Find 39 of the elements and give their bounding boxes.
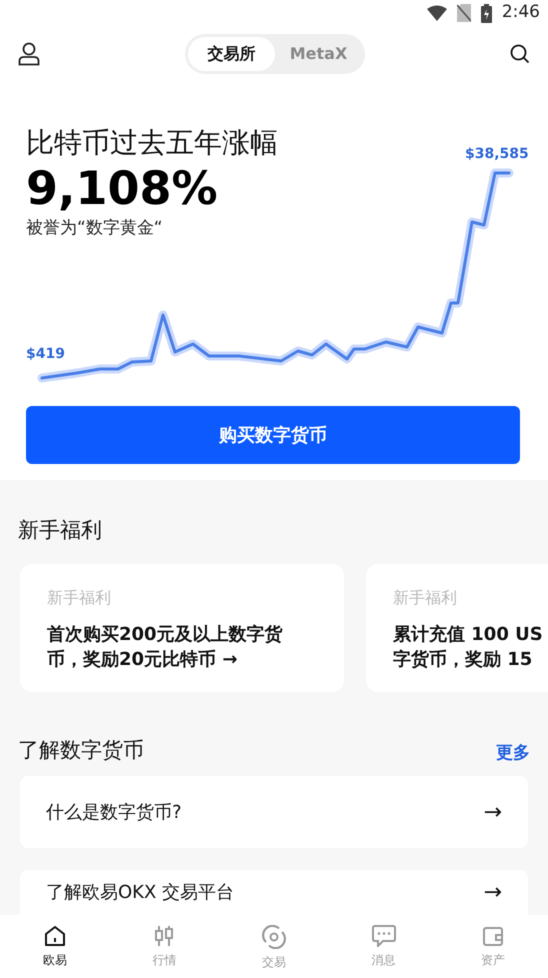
article-title: 了解欧易OKX 交易平台	[46, 881, 234, 905]
nav-tab[interactable]: 消息	[328, 915, 438, 978]
wallet-icon	[482, 925, 504, 947]
home-icon	[44, 925, 66, 947]
buy-crypto-button[interactable]: 购买数字货币	[26, 406, 520, 464]
hero-title: 比特币过去五年涨幅	[26, 126, 278, 160]
section-title: 了解数字货币	[18, 736, 144, 764]
battery-icon	[480, 4, 492, 22]
article-item[interactable]: 什么是数字货币? →	[20, 776, 528, 848]
promo-card[interactable]: 新手福利 首次购买200元及以上数字货 币，奖励20元比特币 →	[20, 564, 344, 692]
hero-subtitle: 被誉为“数字黄金“	[26, 217, 163, 240]
wifi-icon	[426, 5, 447, 21]
promo-text: 首次购买200元及以上数字货 币，奖励20元比特币 →	[47, 623, 284, 672]
segment-tab[interactable]: 交易所	[188, 37, 275, 71]
gain-percent: 9,108%	[26, 160, 218, 216]
profile-icon[interactable]	[18, 42, 40, 66]
end-price-label: $38,585	[465, 145, 529, 164]
search-icon[interactable]	[510, 44, 530, 64]
arrow-icon: →	[484, 796, 502, 828]
candlestick-icon	[153, 925, 176, 947]
nav-tab[interactable]: 行情	[110, 915, 220, 978]
start-price-label: $419	[26, 345, 65, 364]
status-time: 2:46	[502, 1, 540, 24]
no-sim-icon	[456, 4, 471, 22]
promo-text: 累计充值 100 US 字货币，奖励 15	[393, 623, 539, 672]
promo-tag: 新手福利	[393, 586, 539, 610]
segment-tab[interactable]: MetaX	[275, 37, 362, 71]
exchange-cycle-icon	[262, 925, 286, 949]
promo-tag: 新手福利	[47, 586, 317, 610]
article-title: 什么是数字货币?	[46, 800, 182, 824]
nav-tab[interactable]: 资产	[438, 915, 548, 978]
chat-icon	[372, 925, 396, 947]
section-title: 新手福利	[18, 516, 102, 544]
nav-tab[interactable]: 欧易	[0, 915, 110, 978]
nav-tab[interactable]: 交易	[219, 915, 329, 978]
promo-card[interactable]: 新手福利 累计充值 100 US 字货币，奖励 15	[366, 564, 548, 692]
arrow-icon: →	[484, 876, 502, 909]
article-item[interactable]: 了解欧易OKX 交易平台 →	[20, 870, 528, 915]
more-link[interactable]: 更多	[496, 740, 530, 766]
